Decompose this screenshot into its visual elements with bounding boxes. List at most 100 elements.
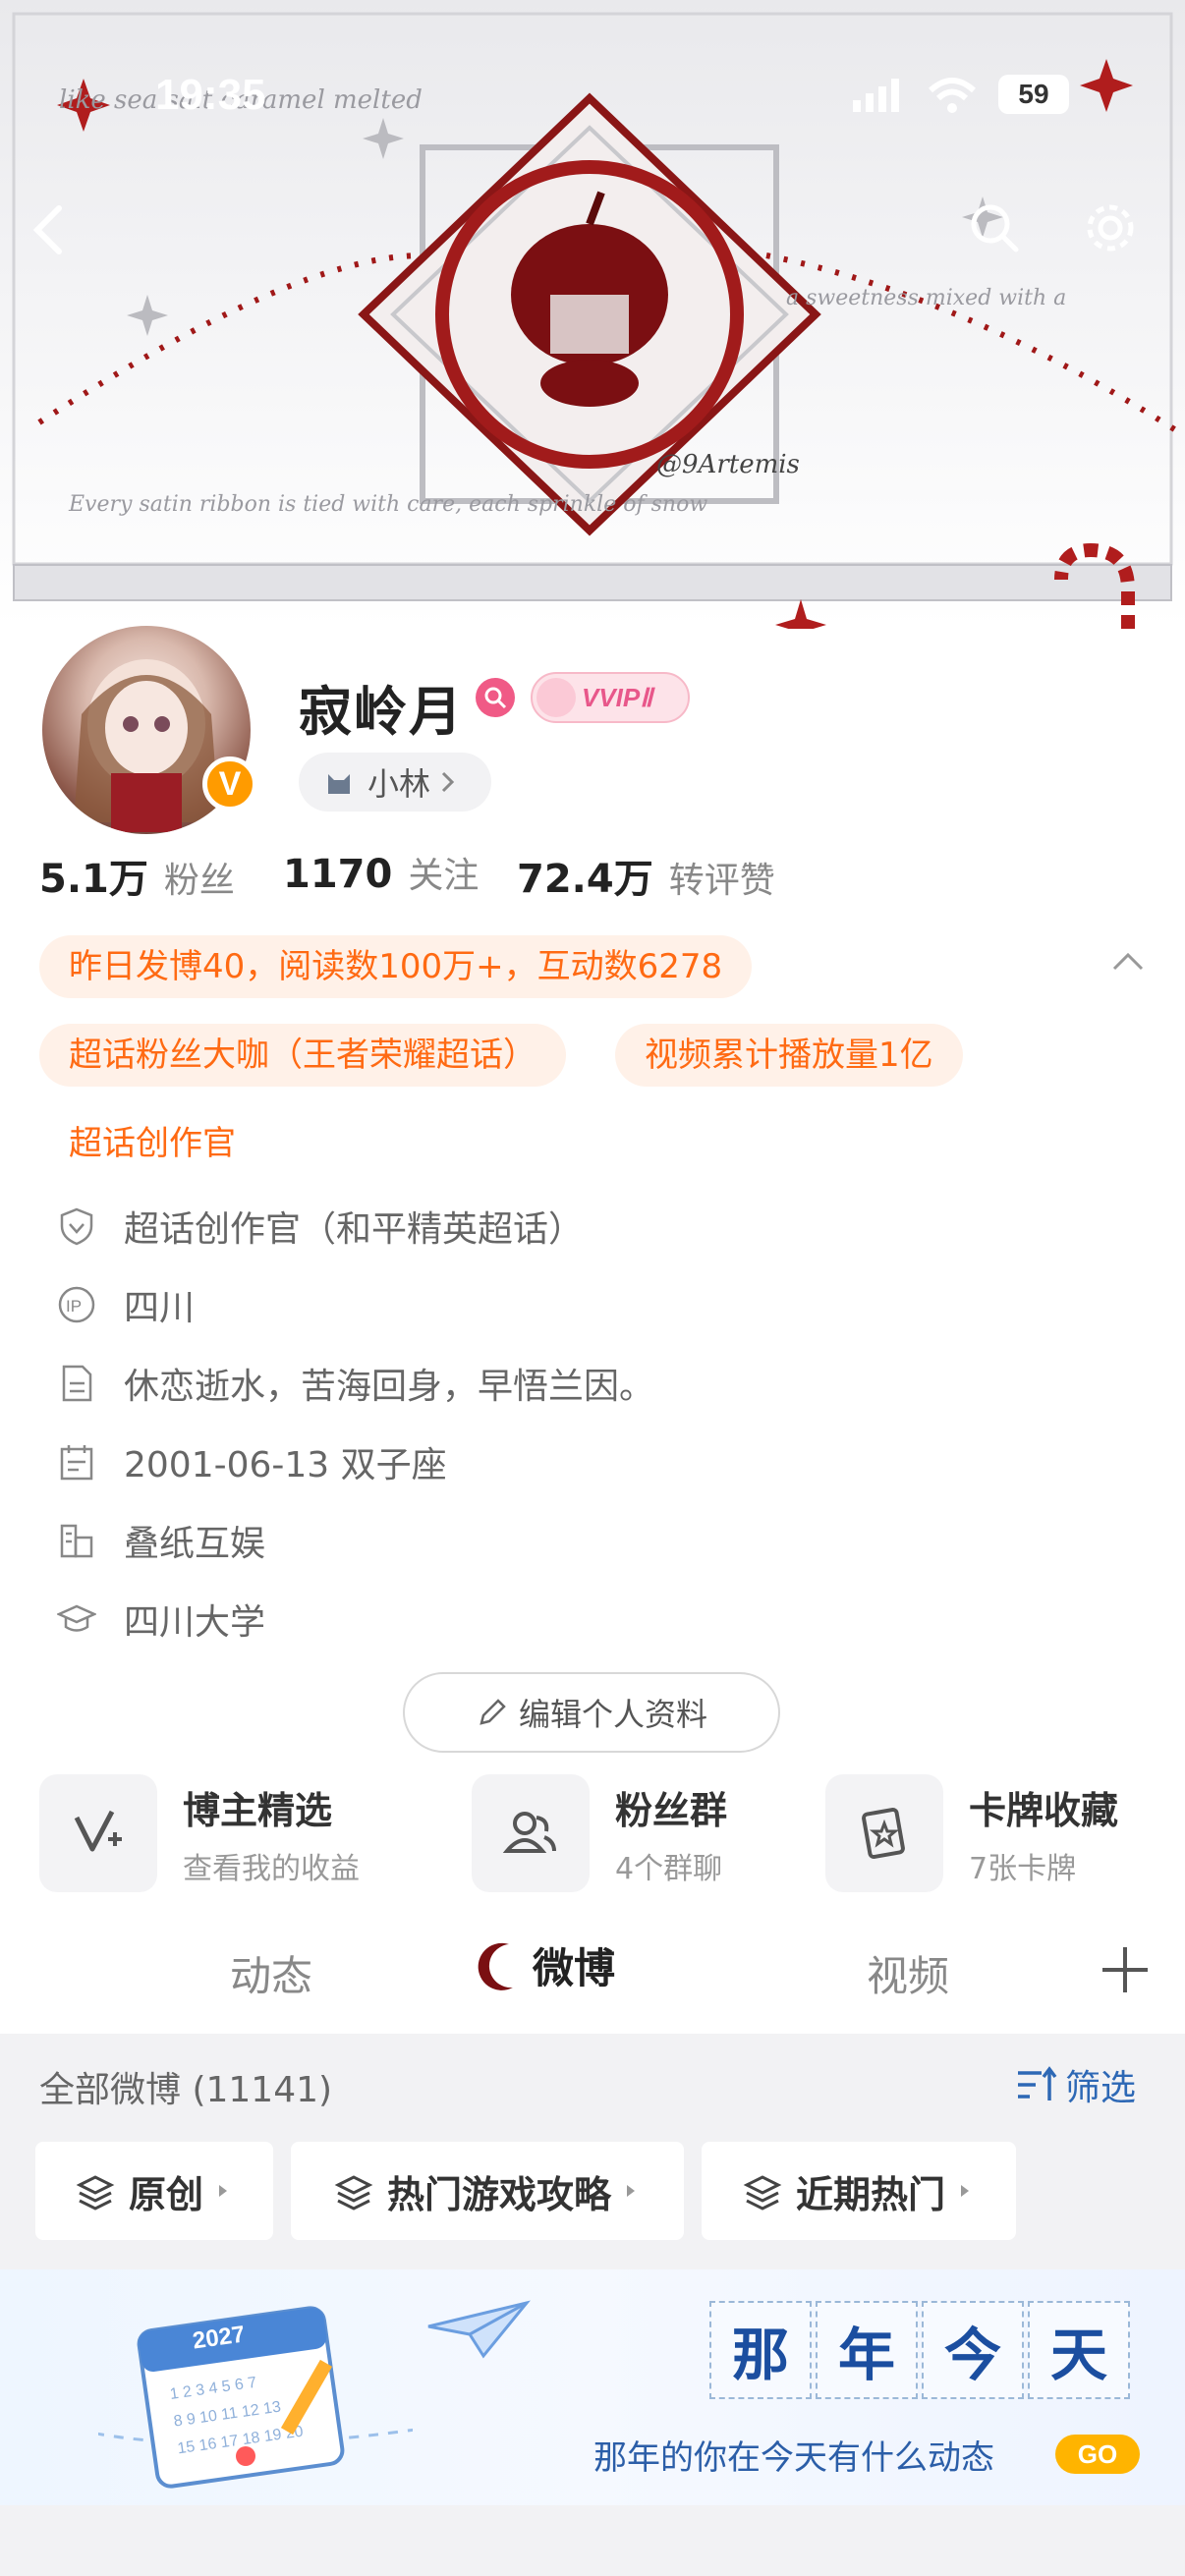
calendar-icon (60, 1445, 93, 1481)
battery-indicator: 59 (998, 75, 1069, 114)
fans-group-icon (472, 1774, 590, 1892)
tag-creator[interactable]: 超话创作官 (39, 1112, 265, 1175)
edit-profile-label: 编辑个人资料 (518, 1696, 707, 1733)
info-row-school: 四川大学 (57, 1590, 265, 1649)
search-icon (971, 204, 1019, 252)
tab-dynamic[interactable]: 动态 (230, 1943, 312, 2003)
info-company-text: 叠纸互娱 (124, 1524, 266, 1564)
settings-button[interactable] (1079, 196, 1142, 259)
edit-profile-button[interactable]: 编辑个人资料 (403, 1672, 780, 1753)
collapse-chevron-icon[interactable] (1108, 949, 1148, 977)
svg-text:a sweetness mixed with a: a sweetness mixed with a (786, 286, 1066, 310)
calendar-illustration: 1 2 3 4 5 6 7 8 9 10 11 12 13 15 16 17 1… (98, 2306, 413, 2489)
stat-interactions-label: 转评赞 (668, 861, 775, 901)
layers-icon (334, 2175, 373, 2211)
banner-watermark: @9Artemis (656, 450, 800, 479)
stat-interactions[interactable]: 72.4万 转评赞 (517, 847, 775, 904)
battery-level: 59 (1018, 79, 1049, 109)
filter-original-label: 原创 (128, 2172, 203, 2216)
info-ip-text: 四川 (124, 1288, 196, 1328)
plus-icon (1102, 1947, 1148, 1992)
layers-icon (743, 2175, 782, 2211)
info-row-creator: 超话创作官（和平精英超话） (57, 1197, 584, 1256)
on-this-day-subtitle: 那年的你在今天有什么动态 (593, 2438, 994, 2478)
tag-daily-stats[interactable]: 昨日发博40，阅读数100万+，互动数6278 (39, 935, 753, 998)
feed-header: 全部微博 (11141) 筛选 原创 热门游戏攻略 近期热门 (0, 2034, 1185, 2269)
layers-icon (76, 2175, 115, 2211)
svg-text:IP: IP (66, 1297, 82, 1316)
filter-button[interactable]: 筛选 (1016, 2059, 1136, 2110)
filter-game-guides[interactable]: 热门游戏攻略 (291, 2142, 684, 2240)
caret-right-icon (961, 2185, 969, 2197)
filter-game-guides-label: 热门游戏攻略 (386, 2172, 611, 2216)
info-creator-text: 超话创作官（和平精英超话） (124, 1209, 585, 1250)
title-char: 那 (709, 2301, 812, 2399)
caret-right-icon (627, 2185, 635, 2197)
on-this-day-banner[interactable]: 1 2 3 4 5 6 7 8 9 10 11 12 13 15 16 17 1… (0, 2269, 1185, 2505)
filter-original[interactable]: 原创 (35, 2142, 273, 2240)
document-icon (62, 1365, 92, 1402)
add-tab-button[interactable] (1099, 1943, 1152, 2000)
info-birthday-text: 2001-06-13 双子座 (124, 1445, 447, 1485)
card-card-collection-title: 卡牌收藏 (969, 1788, 1119, 1832)
username: 寂岭月 (299, 681, 464, 743)
info-row-bio: 休恋逝水，苦海回身，早悟兰因。 (57, 1354, 654, 1413)
on-this-day-title: 那 年 今 天 (709, 2301, 1130, 2399)
stat-following[interactable]: 1170 关注 (283, 847, 479, 898)
card-blogger-picks-sub: 查看我的收益 (183, 1851, 360, 1886)
cat-icon (328, 774, 350, 794)
go-button[interactable]: GO (1055, 2435, 1140, 2474)
sort-icon (1018, 2066, 1057, 2100)
vip-badge[interactable]: VVIPⅡ (531, 672, 690, 723)
vip-label: VVIPⅡ (582, 682, 653, 712)
card-card-collection[interactable]: 卡牌收藏 7张卡牌 (825, 1774, 1118, 1892)
tab-weibo[interactable]: 微博 (476, 1935, 615, 1995)
caret-right-icon (219, 2185, 227, 2197)
card-blogger-picks[interactable]: 博主精选 查看我的收益 (39, 1774, 360, 1892)
card-fans-group-sub: 4个群聊 (615, 1851, 723, 1886)
member-icon[interactable] (476, 678, 515, 717)
stat-fans[interactable]: 5.1万 粉丝 (39, 847, 235, 904)
shield-icon (60, 1207, 93, 1246)
title-char: 天 (1028, 2301, 1130, 2399)
sub-account-name: 小林 (367, 765, 431, 803)
pencil-icon (480, 1699, 506, 1725)
info-school-text: 四川大学 (124, 1602, 266, 1643)
card-card-collection-sub: 7张卡牌 (969, 1851, 1077, 1886)
bottom-divider (0, 2505, 1185, 2576)
profile-banner[interactable]: like sea salt caramel melted Every satin… (0, 0, 1185, 629)
vip-bear-icon (536, 678, 576, 717)
filter-recent-hot[interactable]: 近期热门 (702, 2142, 1016, 2240)
stat-following-value: 1170 (283, 852, 393, 897)
title-char: 年 (816, 2301, 918, 2399)
stat-fans-label: 粉丝 (163, 861, 235, 901)
status-time: 19:35 (155, 71, 266, 119)
tag-video-plays[interactable]: 视频累计播放量1亿 (615, 1024, 963, 1087)
tab-active-moon-icon (478, 1942, 513, 1990)
card-collection-icon (825, 1774, 943, 1892)
svg-text:Every satin ribbon is tied wit: Every satin ribbon is tied with care, ea… (68, 492, 707, 517)
v-plus-icon (39, 1774, 157, 1892)
title-char: 今 (922, 2301, 1024, 2399)
info-bio-text: 休恋逝水，苦海回身，早悟兰因。 (124, 1367, 655, 1407)
card-fans-group[interactable]: 粉丝群 4个群聊 (472, 1774, 727, 1892)
filter-recent-hot-label: 近期热门 (795, 2172, 945, 2216)
ip-icon: IP (58, 1286, 95, 1323)
card-fans-group-title: 粉丝群 (615, 1788, 728, 1832)
back-button[interactable] (18, 198, 81, 261)
tab-weibo-label: 微博 (533, 1944, 616, 1992)
search-button[interactable] (963, 196, 1026, 259)
signal-icon (853, 79, 902, 116)
info-row-birthday: 2001-06-13 双子座 (57, 1432, 447, 1491)
sub-account-link[interactable]: 小林 (299, 753, 491, 812)
wifi-icon (928, 77, 977, 118)
tag-super-fan[interactable]: 超话粉丝大咖（王者荣耀超话） (39, 1024, 566, 1087)
card-blogger-picks-title: 博主精选 (183, 1788, 333, 1832)
tab-video[interactable]: 视频 (867, 1943, 949, 2003)
chevron-right-icon (441, 771, 455, 793)
stat-fans-value: 5.1万 (39, 857, 148, 902)
filter-label: 筛选 (1065, 2068, 1137, 2108)
paper-plane-icon (427, 2300, 531, 2359)
back-arrow-icon (32, 205, 62, 254)
stat-following-label: 关注 (408, 856, 480, 896)
